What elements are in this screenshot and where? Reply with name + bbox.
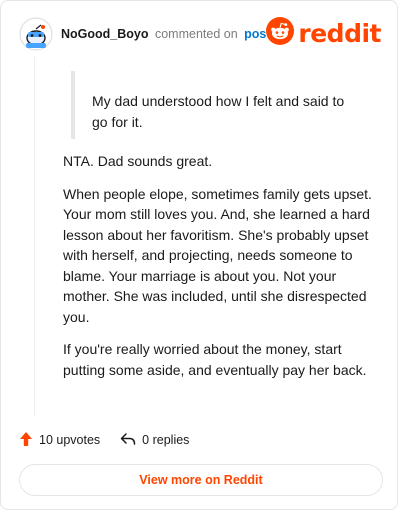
username-link[interactable]: NoGood_Boyo bbox=[61, 27, 149, 41]
comment-meta: NoGood_Boyo commented on post bbox=[61, 27, 271, 41]
thread-line bbox=[34, 57, 35, 417]
upvote-button[interactable]: 10 upvotes bbox=[19, 431, 100, 450]
comment-paragraph: When people elope, sometimes family gets… bbox=[63, 185, 372, 325]
action-text: commented on bbox=[154, 27, 238, 41]
comment-paragraph: If you're really worried about the money… bbox=[63, 341, 367, 378]
reddit-brand[interactable]: reddit bbox=[266, 16, 381, 50]
reply-arrow-icon bbox=[120, 432, 142, 449]
upvote-arrow-icon bbox=[19, 431, 39, 450]
comment-body: NTA. Dad sounds great. When people elope… bbox=[63, 151, 383, 392]
reply-button[interactable]: 0 replies bbox=[120, 432, 189, 449]
reddit-comment-embed-card: NoGood_Boyo commented on post reddit My … bbox=[0, 0, 398, 510]
quote-text: My dad understood how I felt and said to… bbox=[92, 93, 345, 130]
upvote-count: 10 upvotes bbox=[39, 433, 101, 447]
reddit-snoo-logo-icon bbox=[266, 16, 295, 50]
snoo-avatar-icon[interactable] bbox=[19, 17, 53, 51]
view-more-on-reddit-button[interactable]: View more on Reddit bbox=[19, 464, 383, 496]
comment-paragraph: NTA. Dad sounds great. bbox=[63, 153, 213, 169]
comment-actions: 10 upvotes 0 replies bbox=[19, 429, 189, 451]
reply-count: 0 replies bbox=[142, 433, 190, 447]
comment-header: NoGood_Boyo commented on post reddit bbox=[19, 15, 381, 55]
reddit-wordmark: reddit bbox=[298, 18, 381, 48]
quoted-text: My dad understood how I felt and said to… bbox=[71, 71, 365, 139]
